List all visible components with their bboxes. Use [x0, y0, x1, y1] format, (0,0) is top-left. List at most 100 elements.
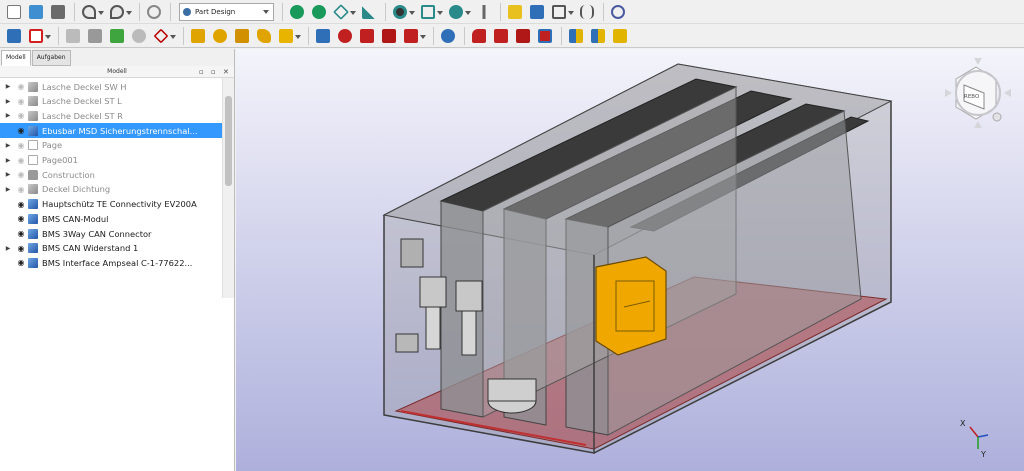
- expand-arrow-icon[interactable]: ▶: [0, 83, 16, 90]
- standard-views-icon[interactable]: [418, 2, 444, 22]
- visibility-eye-icon[interactable]: ◉: [16, 97, 26, 106]
- shape-binder-icon[interactable]: [129, 26, 149, 46]
- visibility-eye-icon[interactable]: ◉: [16, 244, 26, 253]
- expand-arrow-icon[interactable]: ▶: [0, 186, 16, 193]
- fillet-icon[interactable]: [469, 26, 489, 46]
- navigation-style-icon[interactable]: [474, 2, 494, 22]
- close-icon[interactable]: ✕: [223, 66, 229, 78]
- boolean-icon[interactable]: [438, 26, 458, 46]
- tree-item[interactable]: ◉ BMS 3Way CAN Connector: [0, 226, 222, 241]
- groove-icon[interactable]: [357, 26, 377, 46]
- workbench-selector[interactable]: Part Design: [179, 2, 274, 21]
- contactor-2-body: [461, 310, 477, 356]
- zoom-icon[interactable]: [446, 2, 472, 22]
- axis-label-y: Y: [980, 450, 986, 459]
- sketch-icon[interactable]: [26, 26, 52, 46]
- tree-scrollbar[interactable]: [222, 78, 234, 298]
- tree-item[interactable]: ◉ Hauptschütz TE Connectivity EV200A: [0, 197, 222, 212]
- tab-aufgaben[interactable]: Aufgaben: [31, 50, 71, 66]
- datum-plane-icon[interactable]: [63, 26, 83, 46]
- pad-icon[interactable]: [188, 26, 208, 46]
- loft-icon[interactable]: [232, 26, 252, 46]
- tree-item[interactable]: ▶ ◉ Construction: [0, 167, 222, 182]
- tree-item[interactable]: ◉ BMS Interface Ampseal C-1-77622...: [0, 255, 222, 270]
- subtractive-pipe-icon[interactable]: [401, 26, 427, 46]
- view-measure-icon[interactable]: [359, 2, 379, 22]
- additive-helix-icon[interactable]: [276, 26, 302, 46]
- visibility-eye-icon[interactable]: ◉: [16, 200, 26, 209]
- visibility-eye-icon[interactable]: ◉: [16, 156, 26, 165]
- expand-arrow-icon[interactable]: ▶: [0, 112, 16, 119]
- subtractive-loft-icon[interactable]: [379, 26, 399, 46]
- redo-icon[interactable]: [107, 2, 133, 22]
- save-icon[interactable]: [48, 2, 68, 22]
- body-object-icon: [28, 125, 38, 136]
- visibility-eye-icon[interactable]: ◉: [16, 111, 26, 120]
- body-object-icon: [28, 228, 38, 239]
- tab-modell[interactable]: Modell: [1, 50, 31, 66]
- visibility-eye-icon[interactable]: ◉: [16, 141, 26, 150]
- toolbar-separator: [170, 2, 171, 21]
- expand-arrow-icon[interactable]: ▶: [0, 157, 16, 164]
- model-tree[interactable]: ▶ ◉ Lasche Deckel SW H ▶ ◉ Lasche Deckel ST L…: [0, 78, 234, 471]
- expand-arrow-icon[interactable]: ▶: [0, 142, 16, 149]
- tree-item[interactable]: ◉ BMS CAN-Modul: [0, 211, 222, 226]
- macro-icon[interactable]: [577, 2, 597, 22]
- visibility-eye-icon[interactable]: ◉: [16, 170, 26, 179]
- tree-item[interactable]: ◉ Ebusbar MSD Sicherungstrennschal...: [0, 123, 222, 139]
- expand-arrow-icon[interactable]: ▶: [0, 245, 16, 252]
- link-icon[interactable]: [549, 2, 575, 22]
- tree-item[interactable]: ▶ ◉ Deckel Dichtung: [0, 182, 222, 197]
- page-object-icon: [28, 155, 38, 165]
- create-part-icon[interactable]: [505, 2, 525, 22]
- expand-arrow-icon[interactable]: ▶: [0, 98, 16, 105]
- revolution-icon[interactable]: [210, 26, 230, 46]
- mirrored-icon[interactable]: [566, 26, 586, 46]
- ebusbar-msd-highlight[interactable]: [595, 256, 667, 356]
- visibility-eye-icon[interactable]: ◉: [16, 229, 26, 238]
- tree-item[interactable]: ▶ ◉ Lasche Deckel ST L: [0, 94, 222, 109]
- tree-item[interactable]: ▶ ◉ Page: [0, 138, 222, 153]
- pocket-icon[interactable]: [313, 26, 333, 46]
- visibility-eye-icon[interactable]: ◉: [16, 185, 26, 194]
- expand-arrow-icon[interactable]: ▶: [0, 171, 16, 178]
- visibility-eye-icon[interactable]: ◉: [16, 214, 26, 223]
- fuse-body: [487, 378, 537, 402]
- contactor-2-head: [455, 280, 483, 312]
- scrollbar-thumb[interactable]: [225, 96, 232, 186]
- zoom-fit-selection-icon[interactable]: [309, 2, 329, 22]
- visibility-eye-icon[interactable]: ◉: [16, 258, 26, 267]
- body-icon[interactable]: [4, 26, 24, 46]
- create-group-icon[interactable]: [527, 2, 547, 22]
- draw-style-icon[interactable]: [390, 2, 416, 22]
- tree-item[interactable]: ▶ ◉ Lasche Deckel SW H: [0, 79, 222, 94]
- thickness-icon[interactable]: [535, 26, 555, 46]
- datum-point-icon[interactable]: [107, 26, 127, 46]
- new-file-icon[interactable]: [4, 2, 24, 22]
- 3d-scene: REBO X Y: [382, 58, 1011, 459]
- zoom-fit-all-icon[interactable]: [287, 2, 307, 22]
- chamfer-icon[interactable]: [491, 26, 511, 46]
- 3d-viewport[interactable]: REBO X Y: [236, 49, 1024, 471]
- open-file-icon[interactable]: [26, 2, 46, 22]
- float-panel-icon[interactable]: ▫: [199, 66, 204, 78]
- datum-line-icon[interactable]: [85, 26, 105, 46]
- grey-object-icon: [28, 81, 38, 92]
- linear-pattern-icon[interactable]: [588, 26, 608, 46]
- dock-panel-icon[interactable]: ▫: [211, 66, 216, 78]
- undo-icon[interactable]: [79, 2, 105, 22]
- visibility-eye-icon[interactable]: ◉: [16, 126, 26, 135]
- draft-icon[interactable]: [513, 26, 533, 46]
- refresh-icon[interactable]: [144, 2, 164, 22]
- visibility-eye-icon[interactable]: ◉: [16, 82, 26, 91]
- view-isometric-icon[interactable]: [331, 2, 357, 22]
- whats-this-icon[interactable]: [608, 2, 628, 22]
- clone-icon[interactable]: [151, 26, 177, 46]
- tree-item[interactable]: ▶ ◉ Lasche Deckel ST R: [0, 108, 222, 123]
- tree-item[interactable]: ▶ ◉ Page001: [0, 153, 222, 168]
- tree-item[interactable]: ▶ ◉ BMS CAN Widerstand 1: [0, 241, 222, 256]
- pipe-icon[interactable]: [254, 26, 274, 46]
- polar-pattern-icon[interactable]: [610, 26, 630, 46]
- navigation-cube[interactable]: [945, 58, 1011, 128]
- hole-icon[interactable]: [335, 26, 355, 46]
